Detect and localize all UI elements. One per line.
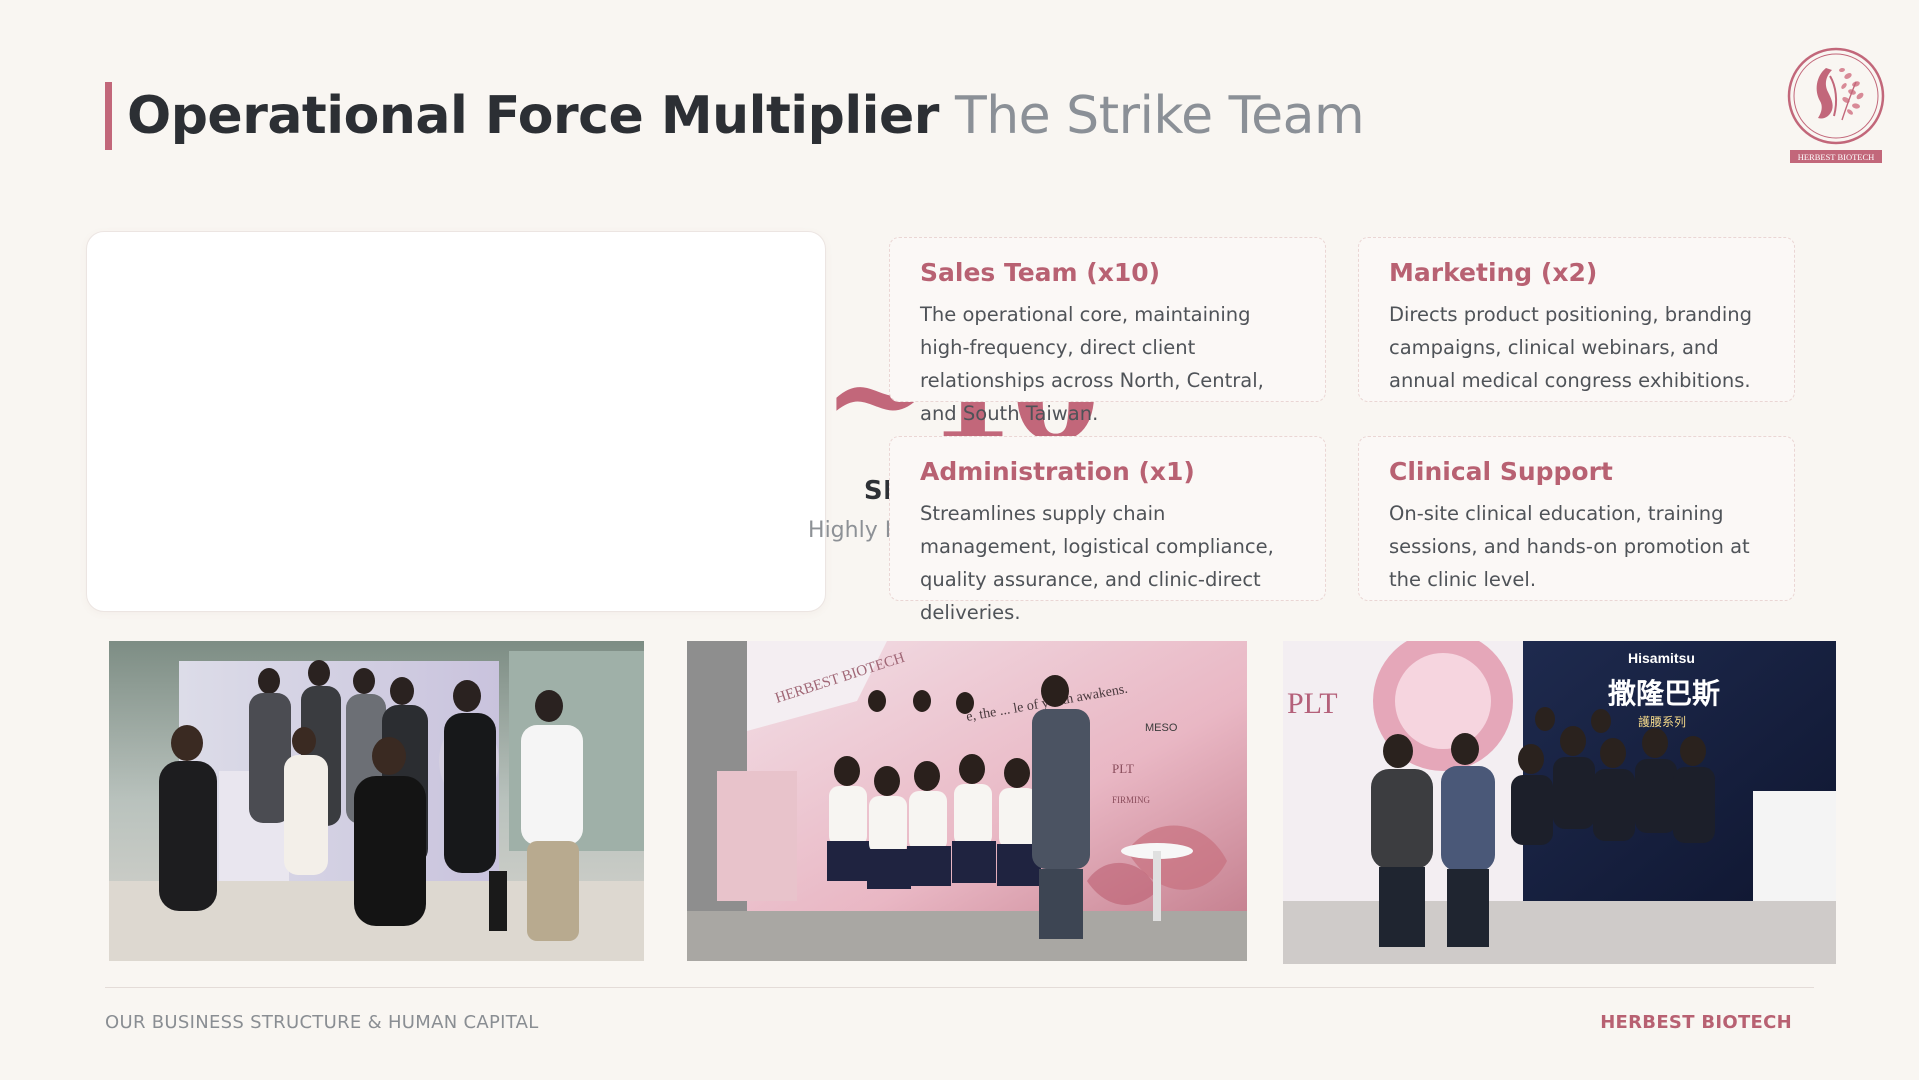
team-card-clinical-support: Clinical Support On-site clinical educat… — [1358, 436, 1795, 601]
slide: Operational Force Multiplier The Strike … — [0, 0, 1919, 1080]
footer-brand: HERBEST BIOTECH — [1600, 1012, 1792, 1033]
page-title: Operational Force Multiplier The Strike … — [105, 82, 1365, 150]
team-photo-exhibition: PLT Hisamitsu 撒隆巴斯 護腰系列 — [1283, 641, 1836, 964]
title-accent-bar — [105, 82, 112, 150]
photo-exhibition-image: PLT Hisamitsu 撒隆巴斯 護腰系列 — [1283, 641, 1836, 964]
sponsor-cjk-title: 撒隆巴斯 — [1608, 677, 1720, 710]
team-card-title: Clinical Support — [1389, 457, 1613, 486]
footer-section-label: OUR BUSINESS STRUCTURE & HUMAN CAPITAL — [105, 1012, 539, 1033]
team-card-title: Marketing (x2) — [1389, 258, 1598, 287]
booth-product-plt: PLT — [1112, 761, 1134, 776]
footer-divider — [105, 987, 1814, 988]
team-card-description: Directs product positioning, branding ca… — [1389, 303, 1752, 392]
sponsor-cjk-sub: 護腰系列 — [1638, 714, 1686, 729]
team-card-title: Sales Team (x10) — [920, 258, 1161, 287]
team-photo-booth-pink: HERBEST BIOTECH e, the ... le of youth a… — [687, 641, 1247, 961]
title-strong: Operational Force Multiplier — [127, 86, 939, 146]
logo-text: HERBEST BIOTECH — [1798, 152, 1875, 162]
team-card-sales: Sales Team (x10) The operational core, m… — [889, 237, 1326, 425]
face-leaf-logo-icon: HERBEST BIOTECH — [1787, 47, 1885, 163]
brand-logo: HERBEST BIOTECH — [1786, 46, 1886, 164]
team-card-title: Administration (x1) — [920, 457, 1195, 486]
photo-office-image — [109, 641, 644, 961]
team-card-description: Streamlines supply chain management, log… — [920, 502, 1274, 624]
team-photo-office — [109, 641, 644, 961]
photo-booth-pink-image: HERBEST BIOTECH e, the ... le of youth a… — [687, 641, 1247, 961]
team-card-administration: Administration (x1) Streamlines supply c… — [889, 436, 1326, 624]
team-card-description: On-site clinical education, training ses… — [1389, 502, 1750, 591]
booth-product-firming: FIRMING — [1112, 795, 1151, 805]
title-text: Operational Force Multiplier The Strike … — [127, 82, 1365, 150]
booth-product-meso: MESO — [1145, 722, 1178, 734]
title-light: The Strike Team — [954, 86, 1365, 146]
team-card-description: The operational core, maintaining high-f… — [920, 303, 1264, 425]
team-card-marketing: Marketing (x2) Directs product positioni… — [1358, 237, 1795, 402]
sponsor-text: Hisamitsu — [1628, 650, 1695, 666]
booth-plt-text: PLT — [1287, 687, 1338, 720]
